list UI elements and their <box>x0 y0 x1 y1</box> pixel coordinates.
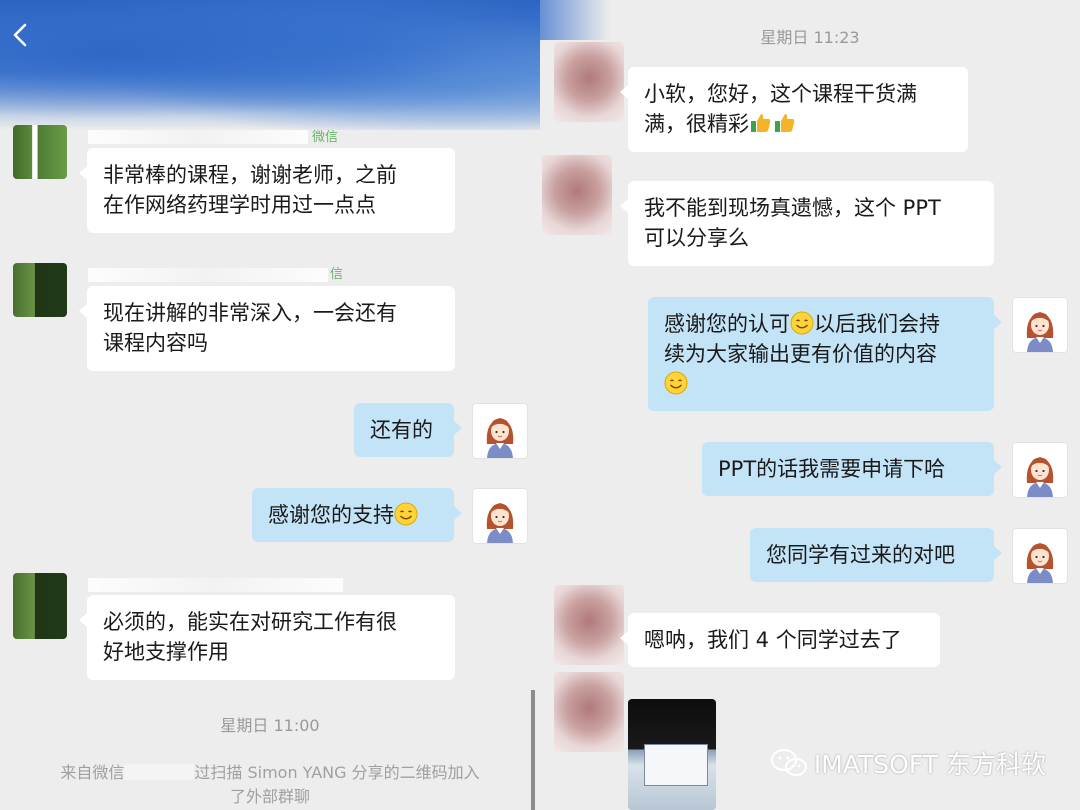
avatar[interactable] <box>13 263 67 317</box>
message-text: 满，很精彩 <box>644 112 749 136</box>
smile-emoji-icon <box>664 371 688 395</box>
avatar[interactable] <box>13 573 67 639</box>
image-message-thumbnail[interactable] <box>628 699 716 810</box>
message-bubble[interactable]: 必须的，能实在对研究工作有很 好地支撑作用 <box>79 595 455 680</box>
message-bubble-sent[interactable]: 感谢您的认可 以后我们会持 续为大家输出更有价值的内容 <box>648 297 1002 411</box>
message-text: 续为大家输出更有价值的内容 <box>664 342 937 366</box>
avatar[interactable] <box>13 125 67 179</box>
message-bubble-sent[interactable]: PPT的话我需要申请下哈 <box>702 442 1002 496</box>
system-text: 了外部群聊 <box>229 787 310 806</box>
watermark-text: IMATSOFT 东方科软 <box>813 750 1046 779</box>
message-text: 课程内容吗 <box>103 331 208 355</box>
redacted-name <box>124 764 195 780</box>
message-text: 必须的，能实在对研究工作有很 <box>103 610 397 634</box>
redaction-smear <box>0 0 540 130</box>
avatar-girl-icon[interactable] <box>1012 528 1068 584</box>
watermark: IMATSOFT 东方科软 <box>770 745 1046 781</box>
message-text: 您同学有过来的对吧 <box>766 543 955 567</box>
message-text: 可以分享么 <box>644 226 749 250</box>
system-message: 来自微信 过扫描 Simon YANG 分享的二维码加入 了外部群聊 <box>30 761 510 809</box>
avatar-girl-icon[interactable] <box>472 488 528 544</box>
back-chevron-icon[interactable] <box>10 22 32 48</box>
scrollbar[interactable] <box>531 690 535 810</box>
message-text: 好地支撑作用 <box>103 640 229 664</box>
sender-name: 信 <box>330 267 344 282</box>
avatar-girl-icon[interactable] <box>1012 297 1068 353</box>
avatar[interactable] <box>554 672 624 752</box>
message-text: 感谢您的认可 <box>664 312 790 336</box>
system-text: 过扫描 Simon YANG 分享的二维码加入 <box>194 763 480 782</box>
system-text: 来自微信 <box>60 763 125 782</box>
thumbnail-screen <box>644 744 708 786</box>
thumbs-up-emoji-icon <box>749 111 773 135</box>
avatar-girl-icon[interactable] <box>1012 442 1068 498</box>
message-text: 非常棒的课程，谢谢老师，之前 <box>103 163 397 187</box>
redacted-name <box>88 130 308 144</box>
smile-emoji-icon <box>394 502 418 526</box>
avatar[interactable] <box>554 42 624 122</box>
message-bubble[interactable]: 我不能到现场真遗憾，这个 PPT 可以分享么 <box>620 181 994 266</box>
message-bubble[interactable]: 小软，您好，这个课程干货满 满，很精彩 <box>620 67 968 152</box>
thumbs-up-emoji-icon <box>773 111 797 135</box>
smile-emoji-icon <box>790 311 814 335</box>
message-bubble-sent[interactable]: 感谢您的支持 <box>252 488 462 542</box>
message-bubble[interactable]: 现在讲解的非常深入，一会还有 课程内容吗 <box>79 286 455 371</box>
message-bubble-sent[interactable]: 您同学有过来的对吧 <box>750 528 1002 582</box>
message-bubble[interactable]: 嗯呐，我们 4 个同学过去了 <box>620 613 940 667</box>
redacted-name <box>88 268 328 282</box>
avatar[interactable] <box>542 155 612 235</box>
message-text: 感谢您的支持 <box>268 503 394 527</box>
message-text: PPT的话我需要申请下哈 <box>718 457 946 481</box>
message-text: 在作网络药理学时用过一点点 <box>103 193 376 217</box>
message-text: 嗯呐，我们 4 个同学过去了 <box>644 628 902 652</box>
message-text: 还有的 <box>370 418 433 442</box>
message-bubble-sent[interactable]: 还有的 <box>354 403 462 457</box>
redacted-name <box>88 578 343 592</box>
message-text: 小软，您好，这个课程干货满 <box>644 82 917 106</box>
wechat-logo-icon <box>770 748 808 778</box>
sender-name: 微信 <box>312 130 339 145</box>
message-text: 以后我们会持 <box>814 312 940 336</box>
avatar[interactable] <box>554 585 624 665</box>
left-chat-screenshot: 微信 非常棒的课程，谢谢老师，之前 在作网络药理学时用过一点点 信 现在讲解的非… <box>0 0 540 810</box>
avatar-girl-icon[interactable] <box>472 403 528 459</box>
message-text: 现在讲解的非常深入，一会还有 <box>103 301 397 325</box>
timestamp: 星期日 11:00 <box>220 716 320 735</box>
message-bubble[interactable]: 非常棒的课程，谢谢老师，之前 在作网络药理学时用过一点点 <box>79 148 455 233</box>
right-chat-screenshot: 星期日 11:23 小软，您好，这个课程干货满 满，很精彩 我不能到现场真遗憾，… <box>540 0 1080 810</box>
message-text: 我不能到现场真遗憾，这个 PPT <box>644 196 941 220</box>
